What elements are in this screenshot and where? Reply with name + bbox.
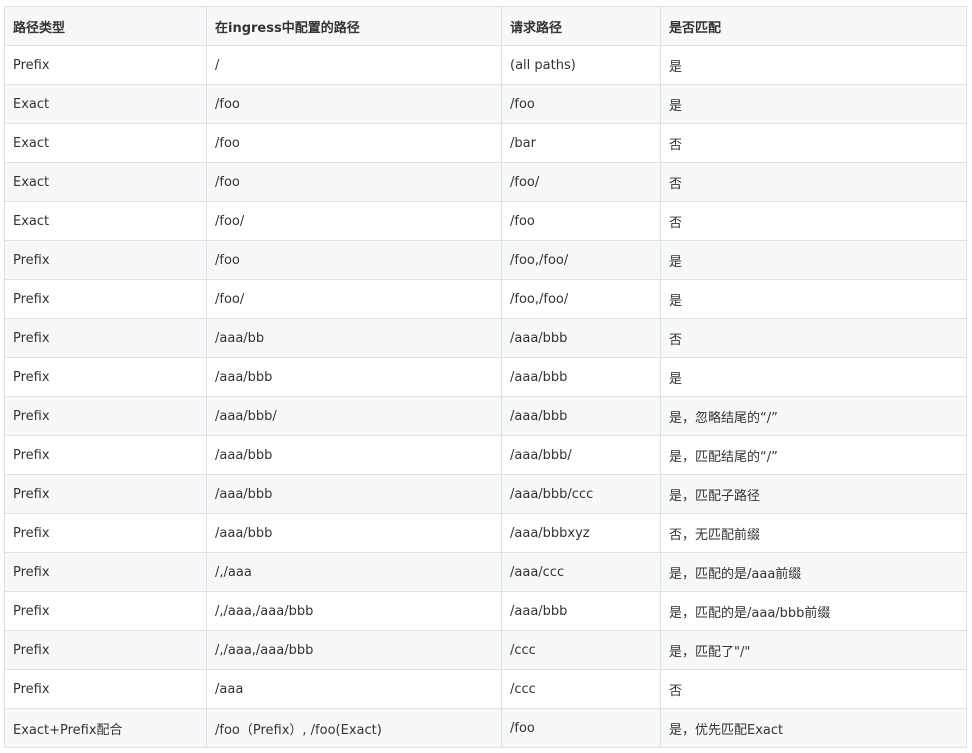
cell-path-type: Prefix [4, 240, 207, 280]
cell-ingress-path: /aaa/bbb/ [206, 396, 502, 436]
header-request-path: 请求路径 [501, 6, 661, 46]
cell-request-path: /aaa/bbb [501, 357, 661, 397]
header-path-type: 路径类型 [4, 6, 207, 46]
cell-matches: 是，忽略结尾的“/” [660, 396, 967, 436]
cell-path-type: Prefix [4, 318, 207, 358]
cell-matches: 是，优先匹配Exact [660, 708, 967, 748]
cell-request-path: /foo [501, 201, 661, 241]
cell-ingress-path: /,/aaa,/aaa/bbb [206, 591, 502, 631]
cell-request-path: /aaa/bbb [501, 318, 661, 358]
cell-matches: 否 [660, 162, 967, 202]
cell-path-type: Prefix [4, 669, 207, 709]
cell-matches: 否 [660, 669, 967, 709]
path-matching-table-container: 路径类型 在ingress中配置的路径 请求路径 是否匹配 Prefix / (… [4, 6, 967, 748]
cell-request-path: /aaa/ccc [501, 552, 661, 592]
cell-path-type: Exact+Prefix配合 [4, 708, 207, 748]
cell-ingress-path: /foo [206, 162, 502, 202]
cell-matches: 是，匹配结尾的“/” [660, 435, 967, 475]
cell-ingress-path: /foo/ [206, 279, 502, 319]
cell-path-type: Prefix [4, 435, 207, 475]
cell-request-path: /aaa/bbb [501, 591, 661, 631]
cell-matches: 否 [660, 318, 967, 358]
cell-matches: 是 [660, 279, 967, 319]
cell-path-type: Exact [4, 162, 207, 202]
cell-request-path: /aaa/bbb/ccc [501, 474, 661, 514]
cell-path-type: Exact [4, 123, 207, 163]
cell-ingress-path: /foo [206, 84, 502, 124]
cell-ingress-path: /aaa/bbb [206, 474, 502, 514]
cell-path-type: Prefix [4, 591, 207, 631]
cell-request-path: /foo,/foo/ [501, 279, 661, 319]
table-row: Prefix / (all paths) 是 [4, 45, 967, 85]
table-row: Exact /foo /bar 否 [4, 123, 967, 163]
cell-path-type: Prefix [4, 630, 207, 670]
header-ingress-path: 在ingress中配置的路径 [206, 6, 502, 46]
cell-matches: 是，匹配子路径 [660, 474, 967, 514]
cell-ingress-path: /foo（Prefix）, /foo(Exact) [206, 708, 502, 748]
table-row: Prefix /,/aaa,/aaa/bbb /aaa/bbb 是，匹配的是/a… [4, 591, 967, 631]
table-row: Prefix /aaa/bbb /aaa/bbb/ 是，匹配结尾的“/” [4, 435, 967, 475]
table-row: Prefix /foo/ /foo,/foo/ 是 [4, 279, 967, 319]
table-row: Prefix /,/aaa /aaa/ccc 是，匹配的是/aaa前缀 [4, 552, 967, 592]
cell-matches: 是 [660, 240, 967, 280]
header-matches: 是否匹配 [660, 6, 967, 46]
cell-request-path: /bar [501, 123, 661, 163]
table-row: Prefix /aaa/bbb /aaa/bbbxyz 否，无匹配前缀 [4, 513, 967, 553]
cell-ingress-path: /aaa/bb [206, 318, 502, 358]
cell-ingress-path: /,/aaa [206, 552, 502, 592]
table-row: Prefix /foo /foo,/foo/ 是 [4, 240, 967, 280]
cell-ingress-path: /aaa/bbb [206, 513, 502, 553]
table-row: Prefix /aaa/bbb/ /aaa/bbb 是，忽略结尾的“/” [4, 396, 967, 436]
cell-ingress-path: /aaa [206, 669, 502, 709]
cell-ingress-path: /foo [206, 240, 502, 280]
cell-request-path: /aaa/bbb/ [501, 435, 661, 475]
cell-ingress-path: /foo/ [206, 201, 502, 241]
cell-matches: 是 [660, 84, 967, 124]
cell-ingress-path: /aaa/bbb [206, 435, 502, 475]
cell-ingress-path: / [206, 45, 502, 85]
table-body: Prefix / (all paths) 是 Exact /foo /foo 是… [4, 45, 967, 748]
cell-request-path: /foo/ [501, 162, 661, 202]
cell-request-path: /foo,/foo/ [501, 240, 661, 280]
cell-matches: 是 [660, 45, 967, 85]
cell-request-path: /ccc [501, 669, 661, 709]
table-row: Prefix /aaa/bbb /aaa/bbb/ccc 是，匹配子路径 [4, 474, 967, 514]
path-matching-table: 路径类型 在ingress中配置的路径 请求路径 是否匹配 Prefix / (… [4, 6, 967, 748]
cell-path-type: Prefix [4, 357, 207, 397]
cell-ingress-path: /foo [206, 123, 502, 163]
table-row: Exact /foo/ /foo 否 [4, 201, 967, 241]
table-row: Prefix /aaa /ccc 否 [4, 669, 967, 709]
cell-path-type: Exact [4, 84, 207, 124]
cell-request-path: (all paths) [501, 45, 661, 85]
cell-matches: 否 [660, 201, 967, 241]
cell-matches: 是 [660, 357, 967, 397]
cell-request-path: /aaa/bbb [501, 396, 661, 436]
cell-matches: 是，匹配的是/aaa前缀 [660, 552, 967, 592]
cell-request-path: /ccc [501, 630, 661, 670]
table-row: Prefix /aaa/bbb /aaa/bbb 是 [4, 357, 967, 397]
cell-matches: 是，匹配的是/aaa/bbb前缀 [660, 591, 967, 631]
cell-matches: 是，匹配了"/" [660, 630, 967, 670]
table-header: 路径类型 在ingress中配置的路径 请求路径 是否匹配 [4, 6, 967, 46]
cell-ingress-path: /,/aaa,/aaa/bbb [206, 630, 502, 670]
cell-request-path: /foo [501, 708, 661, 748]
cell-request-path: /aaa/bbbxyz [501, 513, 661, 553]
cell-path-type: Prefix [4, 513, 207, 553]
cell-path-type: Prefix [4, 45, 207, 85]
cell-path-type: Exact [4, 201, 207, 241]
cell-ingress-path: /aaa/bbb [206, 357, 502, 397]
table-row: Exact /foo /foo/ 否 [4, 162, 967, 202]
cell-path-type: Prefix [4, 279, 207, 319]
table-row: Exact /foo /foo 是 [4, 84, 967, 124]
header-row: 路径类型 在ingress中配置的路径 请求路径 是否匹配 [4, 6, 967, 46]
cell-path-type: Prefix [4, 396, 207, 436]
table-row: Exact+Prefix配合 /foo（Prefix）, /foo(Exact)… [4, 708, 967, 748]
cell-matches: 否 [660, 123, 967, 163]
cell-matches: 否，无匹配前缀 [660, 513, 967, 553]
table-row: Prefix /aaa/bb /aaa/bbb 否 [4, 318, 967, 358]
cell-request-path: /foo [501, 84, 661, 124]
cell-path-type: Prefix [4, 474, 207, 514]
table-row: Prefix /,/aaa,/aaa/bbb /ccc 是，匹配了"/" [4, 630, 967, 670]
cell-path-type: Prefix [4, 552, 207, 592]
